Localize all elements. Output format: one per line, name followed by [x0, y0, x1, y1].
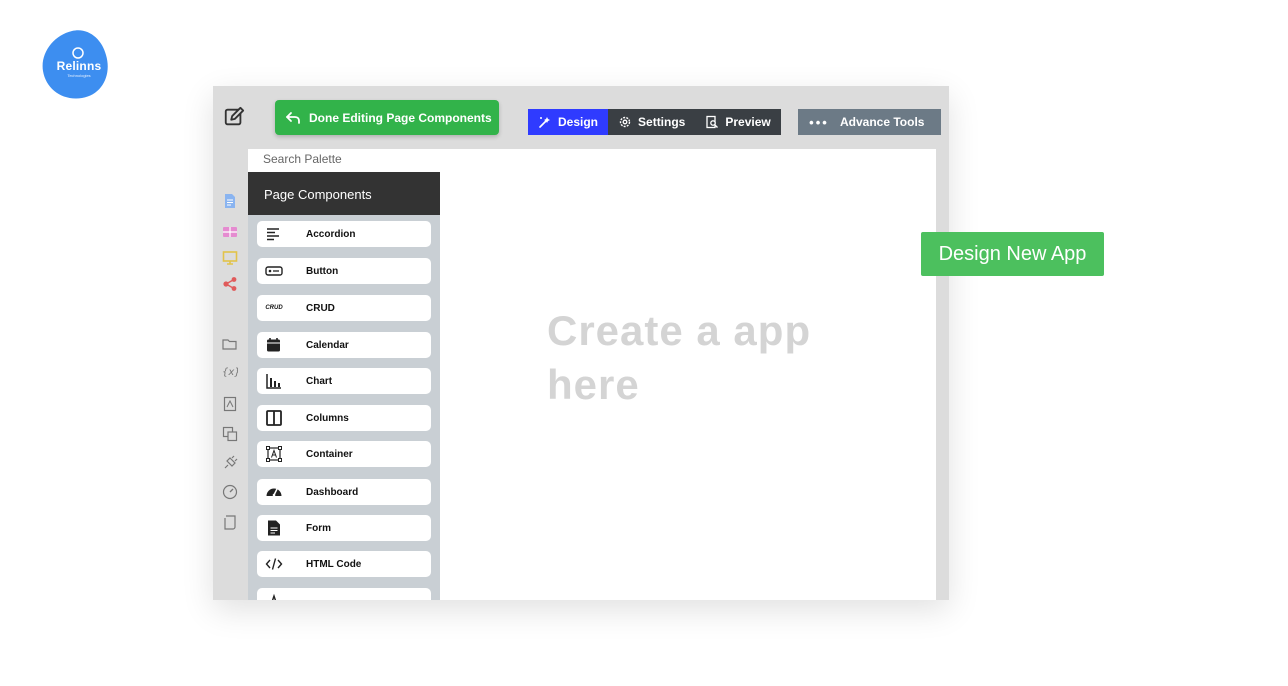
svg-text:{x}: {x} [222, 367, 238, 378]
monitor-icon[interactable] [222, 250, 238, 266]
component-label: Dashboard [306, 486, 359, 498]
component-label: Columns [306, 412, 349, 424]
component-label: Container [306, 448, 353, 460]
logo-subtext: Technologies [67, 73, 91, 78]
variable-icon[interactable]: {x} [222, 363, 238, 379]
folder-icon[interactable] [222, 336, 238, 352]
canvas-hint-line2: here [547, 361, 640, 408]
done-editing-label: Done Editing Page Components [309, 110, 492, 125]
component-container[interactable]: Container [257, 441, 431, 467]
calendar-icon [257, 332, 291, 358]
translate-icon[interactable] [222, 426, 238, 442]
pdf-icon[interactable] [222, 396, 238, 412]
component-label: HTML Code [306, 558, 362, 570]
logo-text: Relinns [56, 59, 102, 73]
columns-icon [257, 405, 291, 431]
component-html-code[interactable]: HTML Code [257, 551, 431, 577]
tab-settings[interactable]: Settings [608, 109, 696, 135]
plug-icon[interactable] [222, 455, 238, 471]
table-icon[interactable] [222, 224, 238, 240]
tab-preview[interactable]: Preview [695, 109, 781, 135]
more-dots-icon: ••• [809, 114, 829, 130]
undo-arrow-icon [286, 111, 300, 124]
component-crud[interactable]: CRUD CRUD [257, 295, 431, 321]
canvas-hint-line1: Create a app [547, 307, 812, 354]
company-logo: Relinns Technologies [42, 29, 110, 99]
page-icon[interactable] [222, 193, 238, 209]
form-icon [257, 515, 291, 541]
component-label: Accordion [306, 228, 356, 240]
tab-preview-label: Preview [725, 115, 771, 129]
font-icon [257, 588, 291, 600]
component-partial[interactable] [257, 588, 431, 600]
component-form[interactable]: Form [257, 515, 431, 541]
tab-settings-label: Settings [638, 115, 686, 129]
speedometer-icon [257, 479, 291, 505]
preview-icon [706, 115, 719, 129]
canvas-placeholder: Create a app here [547, 304, 867, 412]
app-builder-window: Done Editing Page Components Design Sett… [213, 86, 949, 600]
advance-tools-label: Advance Tools [840, 115, 925, 129]
component-label: Calendar [306, 339, 349, 351]
design-new-app-badge: Design New App [921, 232, 1104, 276]
script-icon[interactable] [222, 514, 238, 530]
code-icon [257, 551, 291, 577]
component-label: Form [306, 522, 331, 534]
component-label: CRUD [306, 302, 335, 314]
gear-icon [619, 116, 631, 128]
done-editing-button[interactable]: Done Editing Page Components [275, 100, 499, 135]
component-calendar[interactable]: Calendar [257, 332, 431, 358]
crud-icon: CRUD [257, 295, 291, 321]
tab-design[interactable]: Design [528, 109, 609, 135]
component-button[interactable]: Button [257, 258, 431, 284]
page-components-list: Accordion Button CRUD CRUD Calendar Char… [248, 215, 440, 600]
search-palette-input[interactable]: Search Palette [248, 149, 440, 172]
share-icon[interactable] [222, 276, 238, 292]
mode-tabs: Design Settings Preview [528, 109, 781, 135]
tab-design-label: Design [558, 115, 599, 129]
component-dashboard[interactable]: Dashboard [257, 479, 431, 505]
container-icon [257, 441, 291, 467]
accordion-icon [257, 221, 291, 247]
edit-icon[interactable] [223, 106, 245, 128]
component-label: Chart [306, 375, 333, 387]
crud-icon-text: CRUD [265, 305, 283, 311]
component-chart[interactable]: Chart [257, 368, 431, 394]
component-columns[interactable]: Columns [257, 405, 431, 431]
component-label: Button [306, 265, 339, 277]
design-tools-icon [539, 117, 550, 128]
advance-tools-button[interactable]: ••• Advance Tools [798, 109, 941, 135]
bar-chart-icon [257, 368, 291, 394]
gauge-icon[interactable] [222, 484, 238, 500]
component-accordion[interactable]: Accordion [257, 221, 431, 247]
palette-header: Page Components [248, 172, 440, 215]
design-canvas[interactable]: Create a app here [440, 149, 936, 600]
button-icon [257, 258, 291, 284]
